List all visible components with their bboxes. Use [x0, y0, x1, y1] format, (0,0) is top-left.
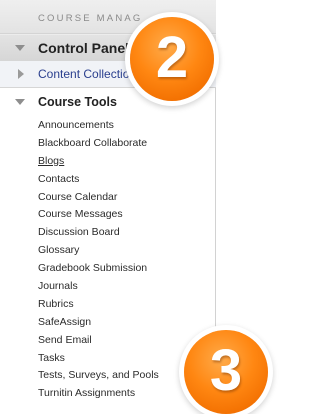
tool-course-messages[interactable]: Course Messages [38, 206, 159, 224]
tool-send-email[interactable]: Send Email [38, 332, 159, 350]
tool-journals[interactable]: Journals [38, 278, 159, 296]
tool-course-calendar[interactable]: Course Calendar [38, 189, 159, 207]
tool-tests-surveys-pools[interactable]: Tests, Surveys, and Pools [38, 367, 159, 385]
tool-discussion-board[interactable]: Discussion Board [38, 224, 159, 242]
tool-glossary[interactable]: Glossary [38, 242, 159, 260]
expand-arrow-icon [15, 45, 25, 51]
step-2-number: 2 [155, 25, 189, 90]
control-panel-title: Control Panel [38, 40, 130, 56]
tool-announcements[interactable]: Announcements [38, 117, 159, 135]
course-tools-title: Course Tools [38, 95, 117, 109]
tool-rubrics[interactable]: Rubrics [38, 296, 159, 314]
expand-arrow-icon [15, 99, 25, 105]
course-management-label: COURSE MANAG [38, 13, 143, 24]
content-collection-label: Content Collection [38, 67, 137, 81]
tool-blogs[interactable]: Blogs [38, 153, 159, 171]
step-3-badge: 3 [184, 330, 268, 414]
step-2-badge: 2 [130, 17, 214, 101]
tool-gradebook-submission[interactable]: Gradebook Submission [38, 260, 159, 278]
tool-contacts[interactable]: Contacts [38, 171, 159, 189]
step-3-number: 3 [209, 338, 243, 403]
collapsed-arrow-icon [18, 69, 24, 79]
tool-tasks[interactable]: Tasks [38, 350, 159, 368]
tool-safeassign[interactable]: SafeAssign [38, 314, 159, 332]
course-tools-list: Announcements Blackboard Collaborate Blo… [38, 117, 159, 403]
tool-blackboard-collaborate[interactable]: Blackboard Collaborate [38, 135, 159, 153]
tool-turnitin-assignments[interactable]: Turnitin Assignments [38, 385, 159, 403]
